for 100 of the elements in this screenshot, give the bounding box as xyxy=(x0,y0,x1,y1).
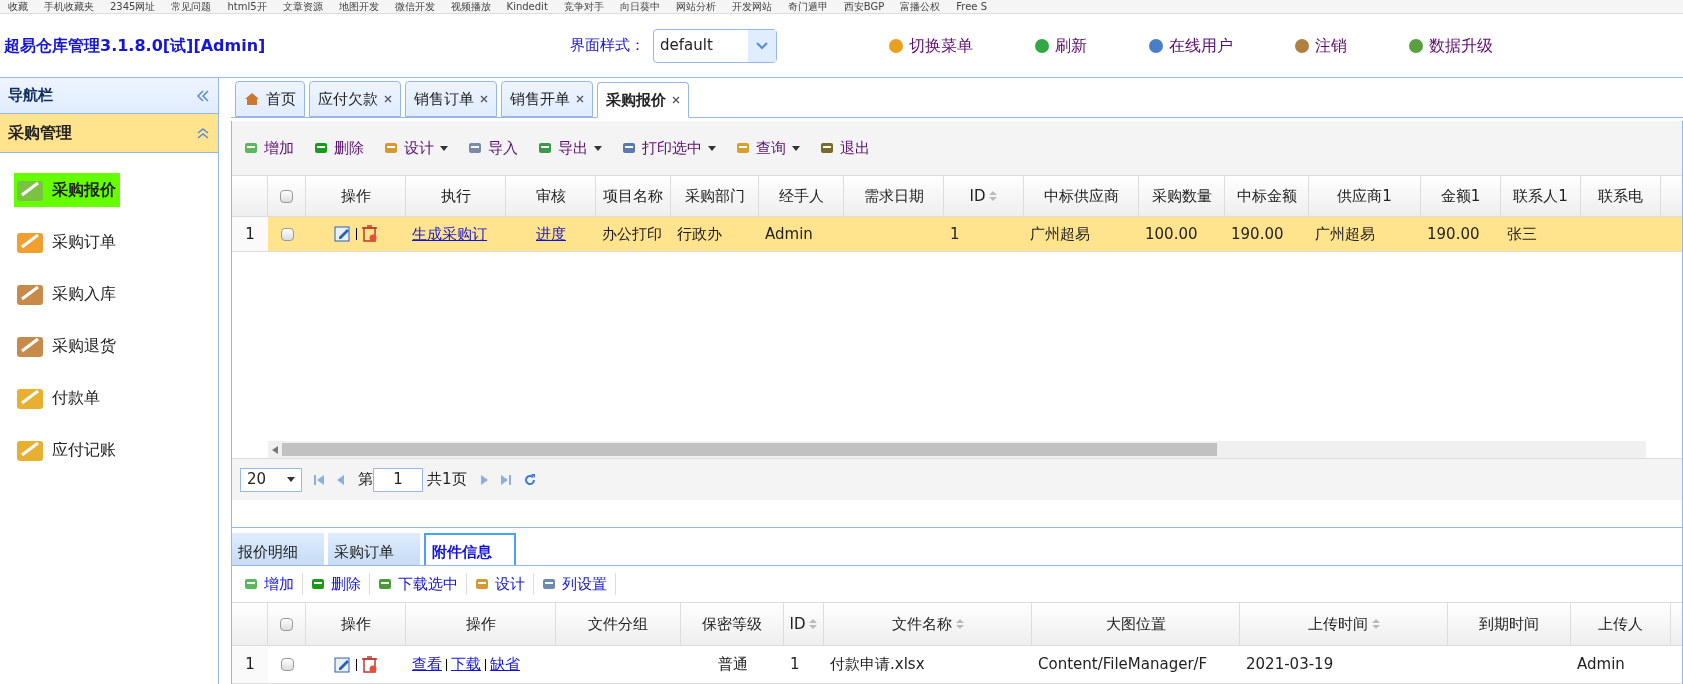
tab[interactable]: 销售开单 xyxy=(501,81,593,117)
toolbar-button[interactable]: 退出 xyxy=(820,136,870,160)
bookmark-link[interactable]: 富播公权 xyxy=(900,1,941,12)
header-action-button[interactable]: 在线用户 xyxy=(1147,33,1233,58)
detail-toolbar-button[interactable]: 列设置 xyxy=(542,572,616,596)
column-header[interactable]: 文件名称 xyxy=(824,603,1032,645)
column-header[interactable]: 到期时间 xyxy=(1448,603,1571,645)
bookmark-link[interactable]: 向日葵中 xyxy=(619,1,660,12)
tab[interactable]: 应付欠款 xyxy=(309,81,401,117)
bookmark-link[interactable]: 奇门遁甲 xyxy=(787,1,828,12)
header-action-button[interactable]: 注销 xyxy=(1293,33,1347,58)
column-header[interactable]: 上传人 xyxy=(1571,603,1671,645)
column-header[interactable]: 保密等级 xyxy=(681,603,784,645)
column-header[interactable]: 经手人 xyxy=(759,176,844,216)
detail-tab[interactable]: 采购订单 xyxy=(328,533,420,565)
detail-tab[interactable]: 附件信息 xyxy=(424,533,516,565)
column-header[interactable]: 需求日期 xyxy=(844,176,944,216)
toolbar-button[interactable]: 查询 xyxy=(736,136,800,160)
column-header[interactable]: 执行 xyxy=(406,176,506,216)
bookmark-link[interactable]: 常见问题 xyxy=(171,1,212,12)
tab[interactable]: 销售订单 xyxy=(405,81,497,117)
column-header[interactable]: 上传时间 xyxy=(1240,603,1448,645)
bookmark-link[interactable]: html5开 xyxy=(227,1,267,12)
column-header[interactable]: ID xyxy=(944,176,1024,216)
page-size-select[interactable]: 20 xyxy=(240,467,302,492)
toolbar-button[interactable]: 删除 xyxy=(314,136,364,160)
column-header[interactable]: 大图位置 xyxy=(1032,603,1240,645)
sidebar-item[interactable]: 应付记账 xyxy=(14,433,120,467)
file-link[interactable]: 缺省 xyxy=(490,653,520,676)
column-header[interactable]: 操作 xyxy=(306,603,406,645)
sidebar-item[interactable]: 采购报价 xyxy=(14,173,120,207)
file-link[interactable]: 查看 xyxy=(412,653,442,676)
bookmark-link[interactable]: 2345网址 xyxy=(110,1,156,12)
scroll-left-icon[interactable] xyxy=(272,445,278,454)
detail-toolbar-button[interactable]: 增加 xyxy=(244,572,303,596)
table-row[interactable]: 1 生成采购订 进度 办公打印 行政办 Admin 1 广州超易 100.00 190.00 广州超易 190.00 张三 xyxy=(232,217,1682,252)
checkbox[interactable] xyxy=(280,189,293,203)
tab[interactable]: 采购报价 xyxy=(597,82,689,118)
column-header[interactable]: 金额1 xyxy=(1421,176,1501,216)
column-header[interactable]: ID xyxy=(784,603,824,645)
bookmark-link[interactable]: 地图开发 xyxy=(338,1,379,12)
close-icon[interactable] xyxy=(384,95,392,103)
next-page-icon[interactable] xyxy=(478,474,489,485)
previous-page-icon[interactable] xyxy=(336,474,346,485)
bookmark-link[interactable]: Free S xyxy=(956,1,988,12)
horizontal-scrollbar[interactable] xyxy=(268,441,1646,458)
bookmark-link[interactable]: 竞争对手 xyxy=(563,1,604,12)
toolbar-button[interactable]: 导出 xyxy=(538,136,602,160)
file-link[interactable]: 下载 xyxy=(451,653,481,676)
delete-icon[interactable] xyxy=(360,225,379,243)
toolbar-button[interactable]: 打印选中 xyxy=(622,136,716,160)
sidebar-item[interactable]: 付款单 xyxy=(14,381,104,415)
checkbox[interactable] xyxy=(280,658,294,671)
bookmark-link[interactable]: 收藏 xyxy=(8,1,28,12)
column-header[interactable]: 采购数量 xyxy=(1139,176,1225,216)
detail-tab[interactable]: 报价明细 xyxy=(232,533,324,565)
bookmark-link[interactable]: 开发网站 xyxy=(731,1,772,12)
bookmark-link[interactable]: 微信开发 xyxy=(394,1,435,12)
toolbar-button[interactable]: 导入 xyxy=(468,136,518,160)
detail-toolbar-button[interactable]: 设计 xyxy=(475,572,534,596)
table-link[interactable]: 生成采购订 xyxy=(412,222,487,246)
bookmark-link[interactable]: 手机收藏夹 xyxy=(44,1,94,12)
sidebar-item[interactable]: 采购订单 xyxy=(14,225,120,259)
column-header[interactable]: 审核 xyxy=(506,176,596,216)
header-action-button[interactable]: 刷新 xyxy=(1033,33,1087,58)
bookmark-link[interactable]: 西安BGP xyxy=(843,1,885,12)
last-page-icon[interactable] xyxy=(500,474,511,485)
sidebar-item[interactable]: 采购入库 xyxy=(14,277,120,311)
style-select[interactable]: default xyxy=(653,28,777,63)
detail-toolbar-button[interactable]: 删除 xyxy=(311,572,370,596)
checkbox[interactable] xyxy=(280,227,294,241)
header-action-button[interactable]: 数据升级 xyxy=(1407,33,1493,58)
close-icon[interactable] xyxy=(672,96,680,104)
scrollbar-thumb[interactable] xyxy=(282,443,1217,456)
delete-icon[interactable] xyxy=(360,655,379,674)
tab[interactable]: 首页 xyxy=(235,81,305,117)
bookmark-link[interactable]: 视频播放 xyxy=(450,1,491,12)
column-header[interactable]: 中标金额 xyxy=(1225,176,1309,216)
sidebar-item[interactable]: 采购退货 xyxy=(14,329,120,363)
checkbox[interactable] xyxy=(280,617,293,631)
column-header[interactable]: 操作 xyxy=(406,603,556,645)
page-input[interactable]: 1 xyxy=(373,467,423,492)
toolbar-button[interactable]: 设计 xyxy=(384,136,448,160)
column-header[interactable]: 操作 xyxy=(306,176,406,216)
header-action-button[interactable]: 切换菜单 xyxy=(887,33,973,58)
collapse-icon[interactable] xyxy=(196,89,210,102)
column-header[interactable]: 联系电 xyxy=(1581,176,1661,216)
column-header[interactable]: 中标供应商 xyxy=(1024,176,1139,216)
detail-toolbar-button[interactable]: 下载选中 xyxy=(378,572,467,596)
first-page-icon[interactable] xyxy=(314,474,324,485)
close-icon[interactable] xyxy=(480,95,488,103)
bookmark-link[interactable]: Kindedit xyxy=(506,1,548,12)
column-header[interactable]: 文件分组 xyxy=(556,603,681,645)
edit-icon[interactable] xyxy=(333,225,352,243)
close-icon[interactable] xyxy=(576,95,584,103)
reload-icon[interactable] xyxy=(522,472,537,487)
edit-icon[interactable] xyxy=(333,655,352,674)
toolbar-button[interactable]: 增加 xyxy=(244,136,294,160)
bookmark-link[interactable]: 文章资源 xyxy=(282,1,323,12)
bookmark-link[interactable]: 网站分析 xyxy=(675,1,716,12)
